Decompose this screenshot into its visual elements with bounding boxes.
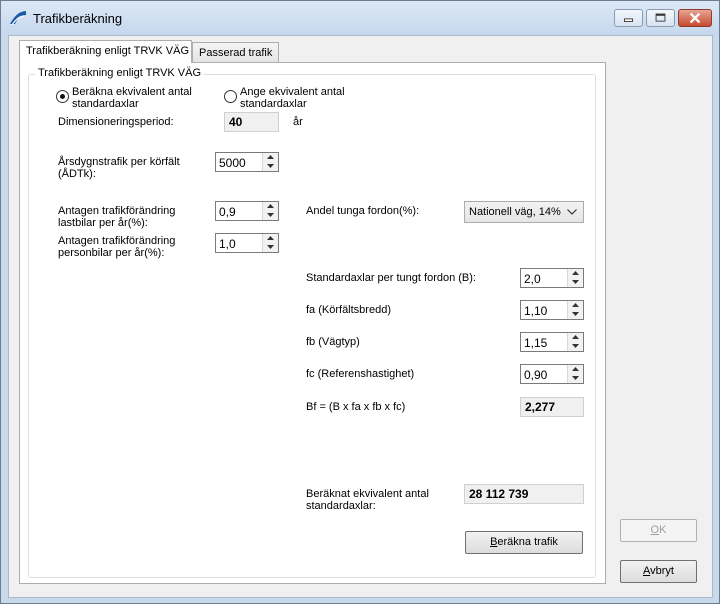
period-unit: år (293, 116, 303, 128)
dialog-client-area: Trafikberäkning enligt TRVK VÄG Passerad… (8, 35, 713, 598)
group-title: Trafikberäkning enligt TRVK VÄG (35, 67, 205, 79)
fb-label: fb (Vägtyp) (306, 336, 360, 348)
bf-value: 2,277 (520, 397, 584, 417)
stepper-arrows (567, 301, 583, 319)
truck-change-label-line1: Antagen trafikförändring (58, 205, 176, 217)
radio-enter-standard-axles[interactable] (224, 90, 237, 103)
tab-trvk-vag[interactable]: Trafikberäkning enligt TRVK VÄG (19, 40, 192, 63)
fa-label: fa (Körfältsbredd) (306, 304, 391, 316)
window-title: Trafikberäkning (33, 11, 123, 26)
heavy-share-label: Andel tunga fordon(%): (306, 205, 420, 217)
calculate-traffic-button[interactable]: Beräkna trafik (465, 531, 583, 554)
radio-calc-standard-axles[interactable] (56, 90, 69, 103)
maximize-icon (655, 13, 666, 22)
heavy-share-dropdown[interactable]: Nationell väg, 14% (464, 201, 584, 223)
fa-value: 1,10 (524, 304, 548, 318)
fc-label: fc (Referenshastighet) (306, 368, 415, 380)
group-trvk-vag: Trafikberäkning enligt TRVK VÄG Beräkna … (28, 67, 596, 578)
car-change-label-line1: Antagen trafikförändring (58, 235, 176, 247)
fa-stepper[interactable]: 1,10 (520, 300, 584, 320)
bf-label: Bf = (B x fa x fb x fc) (306, 401, 406, 413)
close-button[interactable] (678, 9, 712, 27)
stepper-arrows (567, 333, 583, 351)
tab-passerad-trafik[interactable]: Passerad trafik (192, 42, 279, 62)
car-change-stepper[interactable]: 1,0 (215, 233, 279, 253)
title-bar[interactable]: Trafikberäkning (1, 1, 719, 35)
period-value: 40 (224, 112, 279, 132)
minimize-icon (624, 18, 633, 22)
stepper-arrows (567, 269, 583, 287)
fc-stepper[interactable]: 0,90 (520, 364, 584, 384)
stepper-arrows (262, 153, 278, 171)
adt-stepper[interactable]: 5000 (215, 152, 279, 172)
chevron-down-icon (567, 209, 577, 215)
fb-stepper[interactable]: 1,15 (520, 332, 584, 352)
minimize-button[interactable] (614, 9, 643, 27)
trafikberakning-window: Trafikberäkning Trafikberäkning enligt T… (0, 0, 720, 604)
stepper-arrows (262, 234, 278, 252)
axles-stepper[interactable]: 2,0 (520, 268, 584, 288)
stepper-arrows (262, 202, 278, 220)
result-label-line1: Beräknat ekvivalent antal (306, 488, 429, 500)
app-icon (10, 11, 26, 26)
tab-panel: Trafikberäkning enligt TRVK VÄG Beräkna … (19, 62, 606, 584)
period-label: Dimensioneringsperiod: (58, 116, 174, 128)
axles-label: Standardaxlar per tungt fordon (B): (306, 272, 476, 284)
ok-button[interactable]: OK (620, 519, 697, 542)
adt-value: 5000 (219, 156, 246, 170)
radio-enter-label-line2: standardaxlar (240, 98, 307, 110)
spin-down-icon[interactable] (568, 278, 583, 287)
spin-down-icon[interactable] (568, 310, 583, 319)
adt-label-line1: Årsdygnstrafik per körfält (58, 156, 180, 168)
radio-enter-label-line1: Ange ekvivalent antal (240, 86, 345, 98)
axles-value: 2,0 (524, 272, 541, 286)
radio-calc-label-line2: standardaxlar (72, 98, 139, 110)
truck-change-label-line2: lastbilar per år(%): (58, 217, 148, 229)
fc-value: 0,90 (524, 368, 548, 382)
result-label-line2: standardaxlar: (306, 500, 376, 512)
car-change-value: 1,0 (219, 237, 236, 251)
radio-calc-label-line1: Beräkna ekvivalent antal (72, 86, 192, 98)
car-change-label-line2: personbilar per år(%): (58, 247, 165, 259)
fb-value: 1,15 (524, 336, 548, 350)
truck-change-value: 0,9 (219, 205, 236, 219)
heavy-share-selected: Nationell väg, 14% (469, 206, 561, 218)
cancel-button[interactable]: Avbryt (620, 560, 697, 583)
result-value: 28 112 739 (464, 484, 584, 504)
spin-down-icon[interactable] (263, 211, 278, 220)
truck-change-stepper[interactable]: 0,9 (215, 201, 279, 221)
spin-down-icon[interactable] (568, 342, 583, 351)
stepper-arrows (567, 365, 583, 383)
spin-down-icon[interactable] (263, 162, 278, 171)
adt-label-line2: (ÅDTk): (58, 168, 96, 180)
spin-down-icon[interactable] (568, 374, 583, 383)
maximize-button[interactable] (646, 9, 675, 27)
close-icon (689, 12, 701, 24)
spin-down-icon[interactable] (263, 243, 278, 252)
